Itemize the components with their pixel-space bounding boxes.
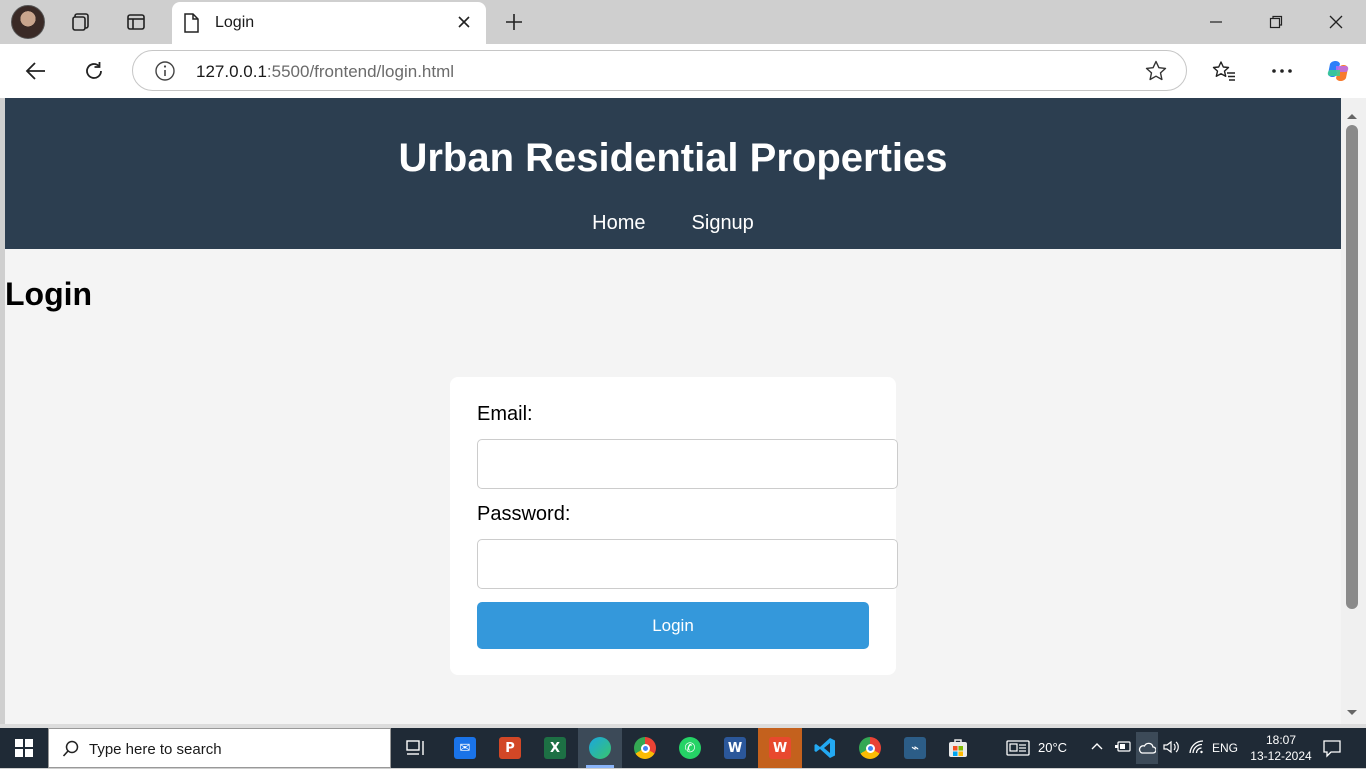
site-nav: Home Signup (5, 212, 1341, 235)
weather-icon[interactable] (1006, 739, 1030, 762)
close-tab-icon[interactable] (456, 14, 472, 35)
clock-date: 13-12-2024 (1250, 749, 1312, 763)
whatsapp-app-icon[interactable]: ✆ (668, 728, 712, 768)
window-controls (1186, 0, 1366, 44)
battery-icon[interactable] (1114, 739, 1132, 758)
minimize-icon[interactable] (1186, 0, 1246, 44)
login-button[interactable]: Login (477, 602, 869, 649)
site-title: Urban Residential Properties (398, 136, 948, 180)
browser-toolbar: 127.0.0.1:5500/frontend/login.html (0, 44, 1366, 98)
taskbar: Type here to search ✉ P X ✆ W W ⌁ 20°C E… (0, 728, 1366, 768)
workspaces-icon[interactable] (63, 4, 99, 40)
scroll-down-icon[interactable] (1346, 704, 1358, 722)
email-label: Email: (477, 403, 533, 425)
page-viewport: Urban Residential Properties Home Signup… (5, 98, 1341, 724)
copilot-icon[interactable] (1320, 53, 1356, 89)
search-icon (62, 740, 80, 763)
close-window-icon[interactable] (1306, 0, 1366, 44)
chrome-app-icon[interactable] (623, 728, 667, 768)
edge-app-icon[interactable] (578, 728, 622, 768)
show-hidden-icons-icon[interactable] (1090, 739, 1104, 756)
favorites-icon[interactable] (1206, 53, 1242, 89)
nav-link-signup[interactable]: Signup (692, 212, 754, 235)
page-scrollbar[interactable] (1341, 98, 1366, 724)
wps-office-app-icon[interactable]: W (758, 728, 802, 768)
clock-time: 18:07 (1265, 733, 1297, 747)
tab-title: Login (215, 14, 255, 31)
login-form: Email: Password: Login (450, 377, 898, 675)
url-host: 127.0.0.1 (196, 62, 267, 81)
tab-login[interactable]: Login (172, 2, 486, 46)
address-bar[interactable]: 127.0.0.1:5500/frontend/login.html (132, 50, 1187, 91)
site-header: Urban Residential Properties Home Signup (5, 98, 1341, 249)
page-heading: Login (5, 276, 93, 312)
site-info-icon[interactable] (154, 60, 176, 87)
nav-link-home[interactable]: Home (592, 212, 645, 235)
weather-temperature[interactable]: 20°C (1038, 740, 1067, 755)
chrome-profile-app-icon[interactable] (848, 728, 892, 768)
notifications-icon[interactable] (1322, 738, 1342, 763)
task-view-icon[interactable] (394, 728, 438, 768)
url-text: 127.0.0.1:5500/frontend/login.html (196, 62, 454, 82)
page-icon (182, 13, 200, 38)
onedrive-icon[interactable] (1136, 732, 1158, 764)
windows-start-icon[interactable] (0, 728, 48, 768)
wifi-icon[interactable] (1188, 739, 1206, 758)
password-field[interactable] (477, 539, 898, 589)
email-field[interactable] (477, 439, 898, 489)
favorite-star-icon[interactable] (1144, 59, 1168, 88)
url-path: :5500/frontend/login.html (266, 62, 455, 81)
more-options-icon[interactable] (1264, 53, 1300, 89)
input-language[interactable]: ENG (1212, 741, 1238, 755)
restore-icon[interactable] (1246, 0, 1306, 44)
volume-icon[interactable] (1162, 739, 1180, 758)
taskbar-search-box[interactable]: Type here to search (48, 728, 391, 768)
word-app-icon[interactable]: W (713, 728, 757, 768)
refresh-icon[interactable] (76, 53, 112, 89)
scrollbar-thumb[interactable] (1346, 125, 1358, 609)
mail-app-icon[interactable]: ✉ (443, 728, 487, 768)
new-tab-icon[interactable] (496, 4, 532, 40)
microsoft-store-app-icon[interactable] (936, 728, 980, 768)
profile-avatar[interactable] (11, 5, 45, 39)
vertical-tabs-icon[interactable] (118, 4, 154, 40)
vscode-app-icon[interactable] (803, 728, 847, 768)
clock[interactable]: 18:07 13-12-2024 (1250, 732, 1312, 764)
excel-app-icon[interactable]: X (533, 728, 577, 768)
search-placeholder: Type here to search (89, 741, 222, 758)
browser-tab-strip: Login (0, 0, 1366, 46)
back-arrow-icon[interactable] (18, 53, 54, 89)
password-label: Password: (477, 503, 571, 525)
scroll-up-icon[interactable] (1346, 107, 1358, 125)
powerpoint-app-icon[interactable]: P (488, 728, 532, 768)
mysql-workbench-app-icon[interactable]: ⌁ (893, 728, 937, 768)
